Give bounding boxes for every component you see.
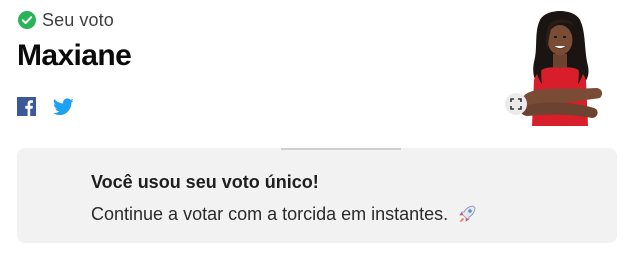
- candidate-name: Maxiane: [17, 39, 132, 72]
- vote-confirmation-card: Você usou seu voto único! Continue a vot…: [17, 148, 617, 243]
- rocket-icon: [459, 205, 476, 222]
- expand-icon: [510, 98, 522, 110]
- message-title: Você usou seu voto único!: [91, 172, 319, 192]
- expand-photo-button[interactable]: [505, 93, 527, 115]
- twitter-icon[interactable]: [53, 97, 74, 116]
- share-row: [17, 97, 74, 116]
- vote-status-label: Seu voto: [42, 9, 114, 30]
- card-top-handle: [281, 148, 401, 150]
- check-circle-icon: [18, 11, 36, 29]
- facebook-icon[interactable]: [17, 97, 36, 116]
- message-body: Continue a votar com a torcida em instan…: [91, 203, 449, 224]
- vote-status: Seu voto: [18, 9, 114, 31]
- message-body-row: Continue a votar com a torcida em instan…: [91, 203, 478, 225]
